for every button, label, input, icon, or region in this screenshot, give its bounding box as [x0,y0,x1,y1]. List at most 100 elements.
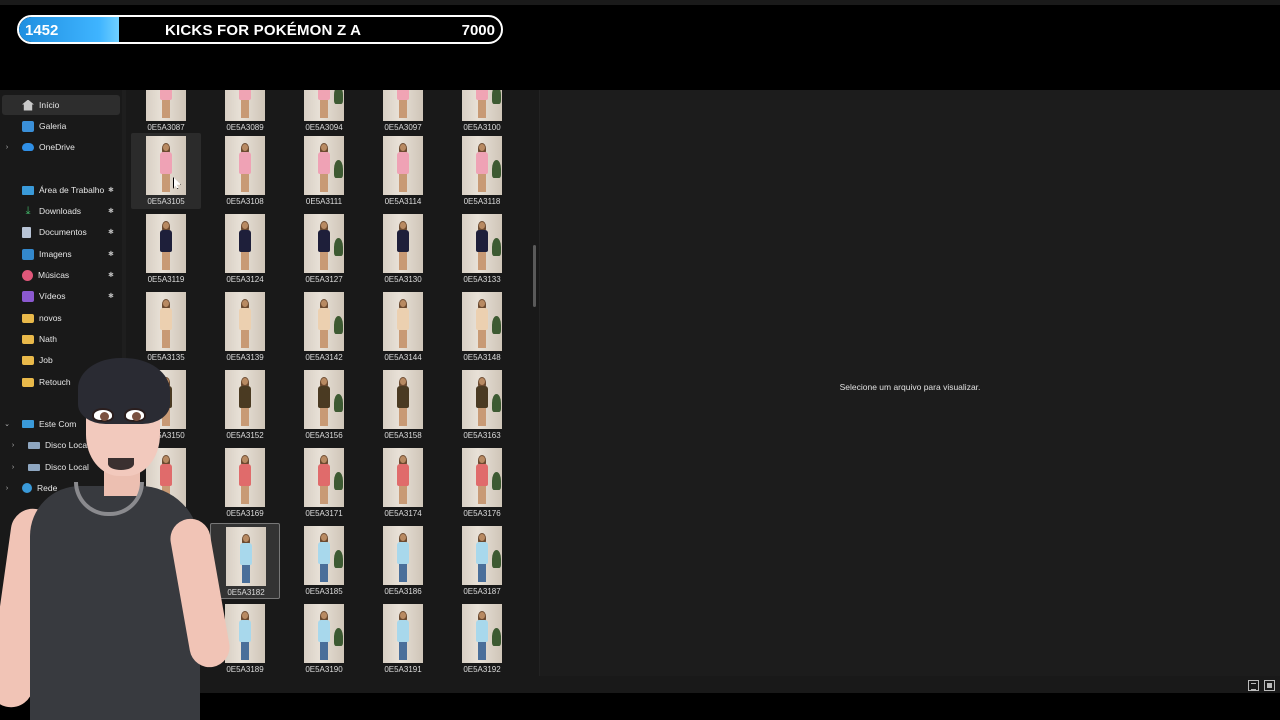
file-thumbnail[interactable]: 0E5A3097 [368,90,438,135]
file-thumbnail[interactable]: 0E5A3118 [447,133,517,209]
file-name-label: 0E5A3139 [226,353,264,362]
file-thumbnail[interactable]: 0E5A3105 [131,133,201,209]
sidebar-item-job[interactable]: Job [2,350,120,370]
photo-thumbnail-image [462,604,502,663]
file-name-label: 165 [159,509,173,518]
file-thumbnail[interactable]: 0E5A3124 [210,211,280,287]
pin-icon: ✱ [108,208,114,215]
file-thumbnail[interactable]: 0E5A3163 [447,367,517,443]
sidebar-item-este-com[interactable]: ⌄ Este Com [2,414,120,434]
stream-goal-bar: 1452 KICKS FOR POKÉMON Z A 7000 [17,15,503,44]
file-thumbnail[interactable]: 0E5A3187 [447,523,517,599]
file-thumbnail[interactable]: 0E5A3087 [131,90,201,135]
sidebar-item-onedrive[interactable]: › OneDrive [2,137,120,157]
file-thumbnail[interactable]: 0E5A3135 [131,289,201,365]
sidebar-item-disco-local[interactable]: › Disco Local [2,435,120,455]
large-icons-view-icon[interactable] [1264,680,1275,691]
file-thumbnail[interactable]: 0E5A3192 [447,601,517,677]
bottom-black-strip [0,693,1280,720]
sidebar-item-label: Disco Local [45,462,89,472]
file-thumbnail[interactable]: 0E5A3174 [368,445,438,521]
sidebar-item-label: Imagens [39,249,72,259]
sidebar-item-retouch[interactable]: Retouch [2,372,120,392]
file-thumbnail[interactable]: 0E5A3139 [210,289,280,365]
photo-thumbnail-image [146,90,186,121]
file-thumbnail[interactable]: 0E5A3094 [289,90,359,135]
sidebar-item-downloads[interactable]: ⤓ Downloads ✱ [2,201,120,221]
download-icon: ⤓ [25,204,31,217]
file-thumbnail[interactable] [131,523,201,599]
sidebar-item-documentos[interactable]: Documentos ✱ [2,222,120,242]
file-thumbnail[interactable]: 0E5A3150 [131,367,201,443]
sidebar-item-galeria[interactable]: Galeria [2,116,120,136]
status-bar [0,676,1280,693]
file-thumbnail[interactable]: 0E5A3189 [210,601,280,677]
file-thumbnail[interactable]: 0E5A3190 [289,601,359,677]
file-thumbnail[interactable]: 0E5A3152 [210,367,280,443]
photo-thumbnail-image [225,214,265,273]
file-thumbnail[interactable]: 0E5A3130 [368,211,438,287]
preview-empty-message: Selecione um arquivo para visualizar. [839,382,981,392]
photo-thumbnail-image [304,448,344,507]
sidebar-item-novos[interactable]: novos [2,308,120,328]
photo-thumbnail-image [226,527,266,586]
chevron-right-icon[interactable]: › [8,442,18,449]
chevron-right-icon[interactable]: › [2,144,12,151]
photo-thumbnail-image [146,448,186,507]
file-thumbnail[interactable]: 0E5A3182 [210,523,280,599]
sidebar-item-area-de-trabalho[interactable]: Área de Trabalho ✱ [2,180,120,200]
navigation-scrollbar[interactable] [122,90,126,693]
file-name-label: 0E5A3118 [463,197,501,206]
details-view-icon[interactable] [1248,680,1259,691]
photo-thumbnail-image [304,604,344,663]
sidebar-item-videos[interactable]: Vídeos ✱ [2,286,120,306]
file-thumbnail[interactable]: 0E5A3111 [289,133,359,209]
file-thumbnail[interactable]: 0E5A3156 [289,367,359,443]
file-grid-scrollbar[interactable] [533,245,536,307]
photo-thumbnail-image [304,292,344,351]
sidebar-item-musicas[interactable]: Músicas ✱ [2,265,120,285]
file-thumbnail[interactable]: 0E5A3176 [447,445,517,521]
file-thumbnail[interactable]: 0E5A3144 [368,289,438,365]
file-name-label: 0E5A3119 [147,275,185,284]
sidebar-item-nath[interactable]: Nath [2,329,120,349]
sidebar-item-imagens[interactable]: Imagens ✱ [2,244,120,264]
photo-thumbnail-image [225,448,265,507]
file-thumbnail[interactable]: 165 [131,445,201,521]
file-thumbnail[interactable]: 0E5A3191 [368,601,438,677]
sidebar-item-disco-local[interactable]: › Disco Local [2,457,120,477]
file-thumbnail[interactable]: 0E5A3089 [210,90,280,135]
photo-thumbnail-image [383,136,423,195]
file-thumbnail[interactable]: 0E5A3171 [289,445,359,521]
file-grid: 0E5A3087 0E5A3089 0E5A3094 0E5A3097 0E5A3100… [127,90,535,693]
file-thumbnail[interactable]: 0E5A3158 [368,367,438,443]
sidebar-item-label: Este Com [39,419,77,429]
sidebar-item-label: Músicas [38,270,70,280]
file-name-label: 0E5A3192 [463,665,501,674]
file-thumbnail[interactable]: 38 [131,601,201,677]
sidebar-item-rede[interactable]: › Rede [2,478,120,498]
file-thumbnail[interactable]: 0E5A3185 [289,523,359,599]
file-thumbnail[interactable]: 0E5A3119 [131,211,201,287]
file-thumbnail[interactable]: 0E5A3169 [210,445,280,521]
file-name-label: 0E5A3097 [384,123,422,132]
file-name-label: 0E5A3152 [226,431,264,440]
chevron-right-icon[interactable]: › [8,464,18,471]
chevron-right-icon[interactable]: › [2,485,12,492]
file-name-label: 0E5A3156 [305,431,343,440]
file-thumbnail[interactable]: 0E5A3127 [289,211,359,287]
file-thumbnail[interactable]: 0E5A3114 [368,133,438,209]
photo-thumbnail-image [383,604,423,663]
file-thumbnail[interactable]: 0E5A3108 [210,133,280,209]
file-thumbnail[interactable]: 0E5A3186 [368,523,438,599]
sidebar-item-inicio[interactable]: Início [2,95,120,115]
file-thumbnail[interactable]: 0E5A3142 [289,289,359,365]
file-thumbnail[interactable]: 0E5A3133 [447,211,517,287]
photo-thumbnail-image [225,292,265,351]
photo-thumbnail-image [146,604,186,663]
chevron-down-icon[interactable]: ⌄ [2,420,12,428]
file-thumbnail[interactable]: 0E5A3100 [447,90,517,135]
file-name-label: 0E5A3135 [147,353,185,362]
file-thumbnail[interactable]: 0E5A3148 [447,289,517,365]
pc-icon [22,420,34,428]
